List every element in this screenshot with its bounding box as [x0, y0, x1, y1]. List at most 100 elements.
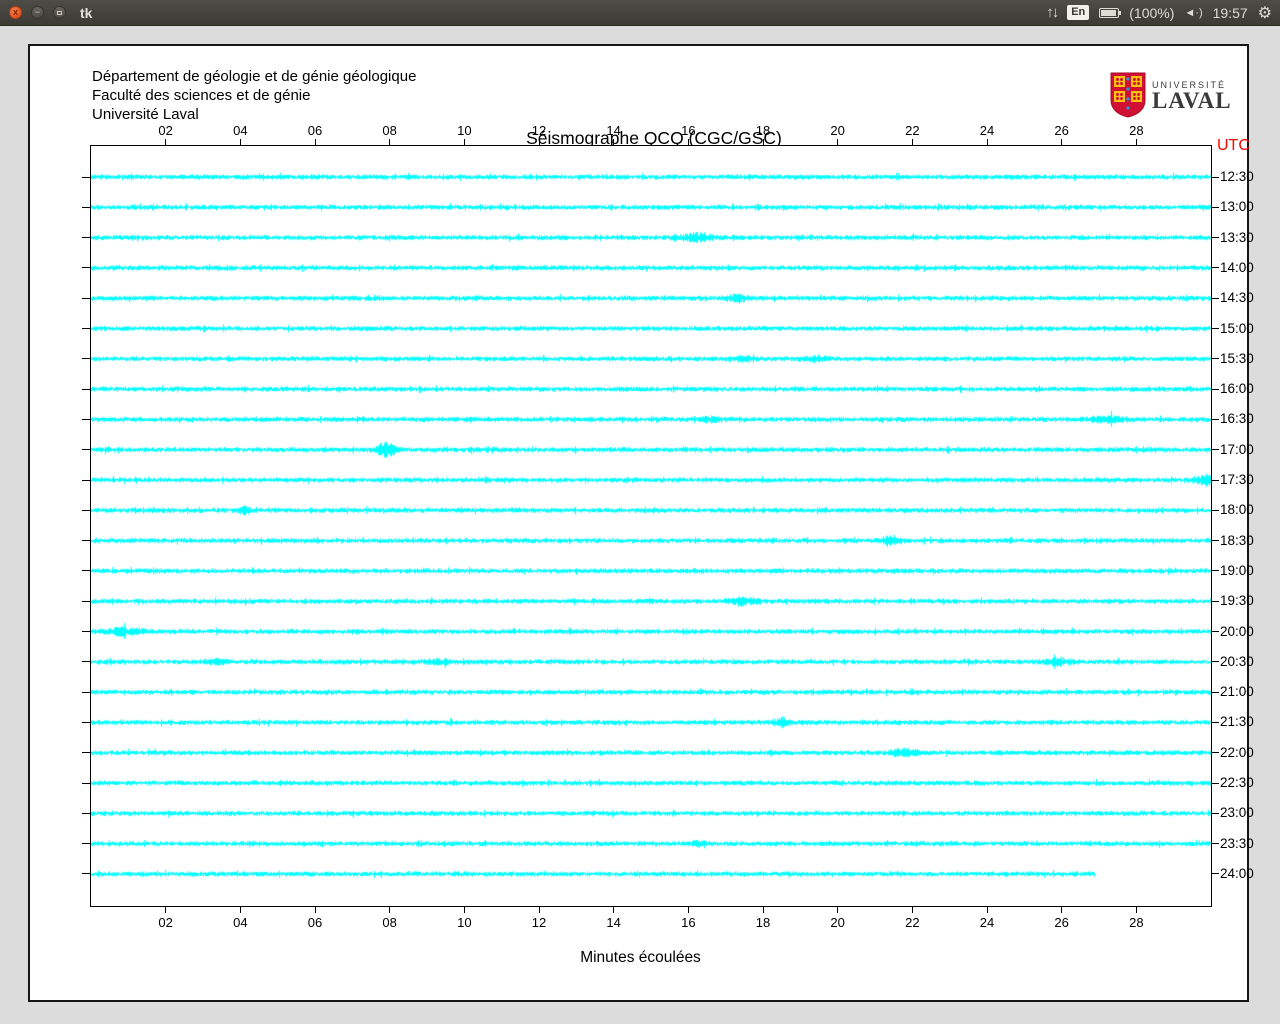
left-trace-tick: [82, 206, 90, 208]
x-axis-title: Minutes écoulées: [580, 949, 701, 966]
right-trace-tick: [1212, 661, 1219, 663]
x-tick-label-top: 14: [606, 123, 621, 138]
x-tick-bottom: [613, 907, 615, 913]
x-tick-top: [389, 139, 391, 145]
right-trace-tick: [1212, 540, 1219, 542]
maximize-button[interactable]: [53, 6, 66, 19]
x-tick-bottom: [239, 907, 241, 913]
universite-laval-logo: UNIVERSITÉ LAVAL: [1110, 72, 1232, 118]
utc-time-label: 14:30: [1220, 290, 1254, 306]
x-tick-label-bottom: 20: [830, 915, 845, 930]
x-tick-bottom: [986, 907, 988, 913]
x-tick-bottom: [389, 907, 391, 913]
utc-time-label: 22:30: [1220, 775, 1254, 791]
window-title[interactable]: tk: [80, 5, 92, 21]
x-tick-label-bottom: 16: [681, 915, 696, 930]
x-tick-label-top: 24: [979, 123, 995, 138]
right-trace-tick: [1212, 479, 1219, 481]
right-trace-tick: [1212, 297, 1219, 299]
left-trace-tick: [82, 843, 90, 845]
right-trace-tick: [1212, 358, 1219, 360]
x-tick-label-bottom: 26: [1054, 915, 1069, 930]
right-trace-tick: [1212, 206, 1219, 208]
network-indicator-icon[interactable]: ↑↓: [1046, 4, 1059, 21]
utc-axis-label: UTC: [1217, 137, 1250, 154]
right-trace-tick: [1212, 873, 1219, 875]
right-trace-tick: [1212, 600, 1219, 602]
clock-label[interactable]: 19:57: [1213, 5, 1248, 21]
left-trace-tick: [82, 328, 90, 330]
maximize-icon: [57, 10, 62, 15]
utc-time-label: 24:00: [1220, 865, 1254, 881]
right-trace-tick: [1212, 267, 1219, 269]
left-trace-tick: [82, 752, 90, 754]
x-tick-label-bottom: 28: [1129, 915, 1144, 930]
right-trace-tick: [1212, 570, 1219, 572]
right-trace-tick: [1212, 721, 1219, 723]
left-trace-tick: [82, 297, 90, 299]
volume-icon[interactable]: ◄·): [1184, 7, 1202, 19]
keyboard-layout-indicator[interactable]: En: [1067, 5, 1090, 20]
left-trace-tick: [82, 721, 90, 723]
battery-icon[interactable]: [1099, 7, 1122, 18]
x-tick-label-top: 04: [233, 123, 248, 138]
utc-time-label: 13:30: [1220, 229, 1254, 245]
right-trace-tick: [1212, 418, 1219, 420]
x-tick-top: [165, 139, 167, 145]
x-tick-label-bottom: 22: [905, 915, 920, 930]
utc-time-label: 19:30: [1220, 593, 1254, 609]
x-tick-top: [314, 139, 316, 145]
left-trace-tick: [82, 509, 90, 511]
x-tick-label-bottom: 12: [531, 915, 547, 930]
right-trace-tick: [1212, 449, 1219, 451]
close-button[interactable]: x: [9, 6, 22, 19]
x-tick-label-bottom: 04: [233, 915, 248, 930]
x-tick-top: [538, 139, 540, 145]
x-tick-label-top: 16: [681, 123, 696, 138]
top-panel: x − tk ↑↓ En (100%) ◄·) 19:57 ⚙: [0, 0, 1280, 26]
left-trace-tick: [82, 631, 90, 633]
left-trace-tick: [82, 176, 90, 178]
utc-time-label: 20:30: [1220, 653, 1254, 669]
x-tick-label-bottom: 06: [307, 915, 323, 930]
right-trace-tick: [1212, 328, 1219, 330]
right-trace-tick: [1212, 691, 1219, 693]
institution-line-3: Université Laval: [92, 106, 199, 123]
left-trace-tick: [82, 267, 90, 269]
utc-time-label: 15:00: [1220, 320, 1254, 336]
x-tick-bottom: [538, 907, 540, 913]
x-tick-top: [613, 139, 615, 145]
x-tick-label-top: 20: [830, 123, 845, 138]
utc-time-label: 23:30: [1220, 835, 1254, 851]
left-trace-tick: [82, 782, 90, 784]
x-tick-top: [1061, 139, 1063, 145]
x-tick-label-bottom: 08: [382, 915, 397, 930]
utc-time-label: 17:30: [1220, 472, 1254, 488]
x-tick-top: [911, 139, 913, 145]
utc-time-label: 16:00: [1220, 381, 1254, 397]
left-trace-tick: [82, 418, 90, 420]
x-tick-bottom: [1061, 907, 1063, 913]
right-trace-tick: [1212, 509, 1219, 511]
left-trace-tick: [82, 600, 90, 602]
right-trace-tick: [1212, 237, 1219, 239]
left-trace-tick: [82, 540, 90, 542]
x-tick-top: [463, 139, 465, 145]
minimize-button[interactable]: −: [31, 6, 44, 19]
left-trace-tick: [82, 479, 90, 481]
right-trace-tick: [1212, 752, 1219, 754]
utc-time-label: 17:00: [1220, 441, 1254, 457]
x-tick-top: [239, 139, 241, 145]
left-trace-tick: [82, 388, 90, 390]
x-tick-label-bottom: 14: [606, 915, 621, 930]
utc-time-label: 16:30: [1220, 411, 1254, 427]
utc-time-label: 23:00: [1220, 805, 1254, 821]
utc-time-label: 12:30: [1220, 169, 1254, 184]
window-controls: x −: [9, 6, 66, 19]
system-tray: ↑↓ En (100%) ◄·) 19:57 ⚙: [1046, 3, 1272, 23]
x-tick-top: [762, 139, 764, 145]
session-gear-icon[interactable]: ⚙: [1258, 3, 1272, 23]
x-tick-label-top: 18: [755, 123, 771, 138]
x-tick-bottom: [687, 907, 689, 913]
x-tick-label-top: 08: [382, 123, 397, 138]
